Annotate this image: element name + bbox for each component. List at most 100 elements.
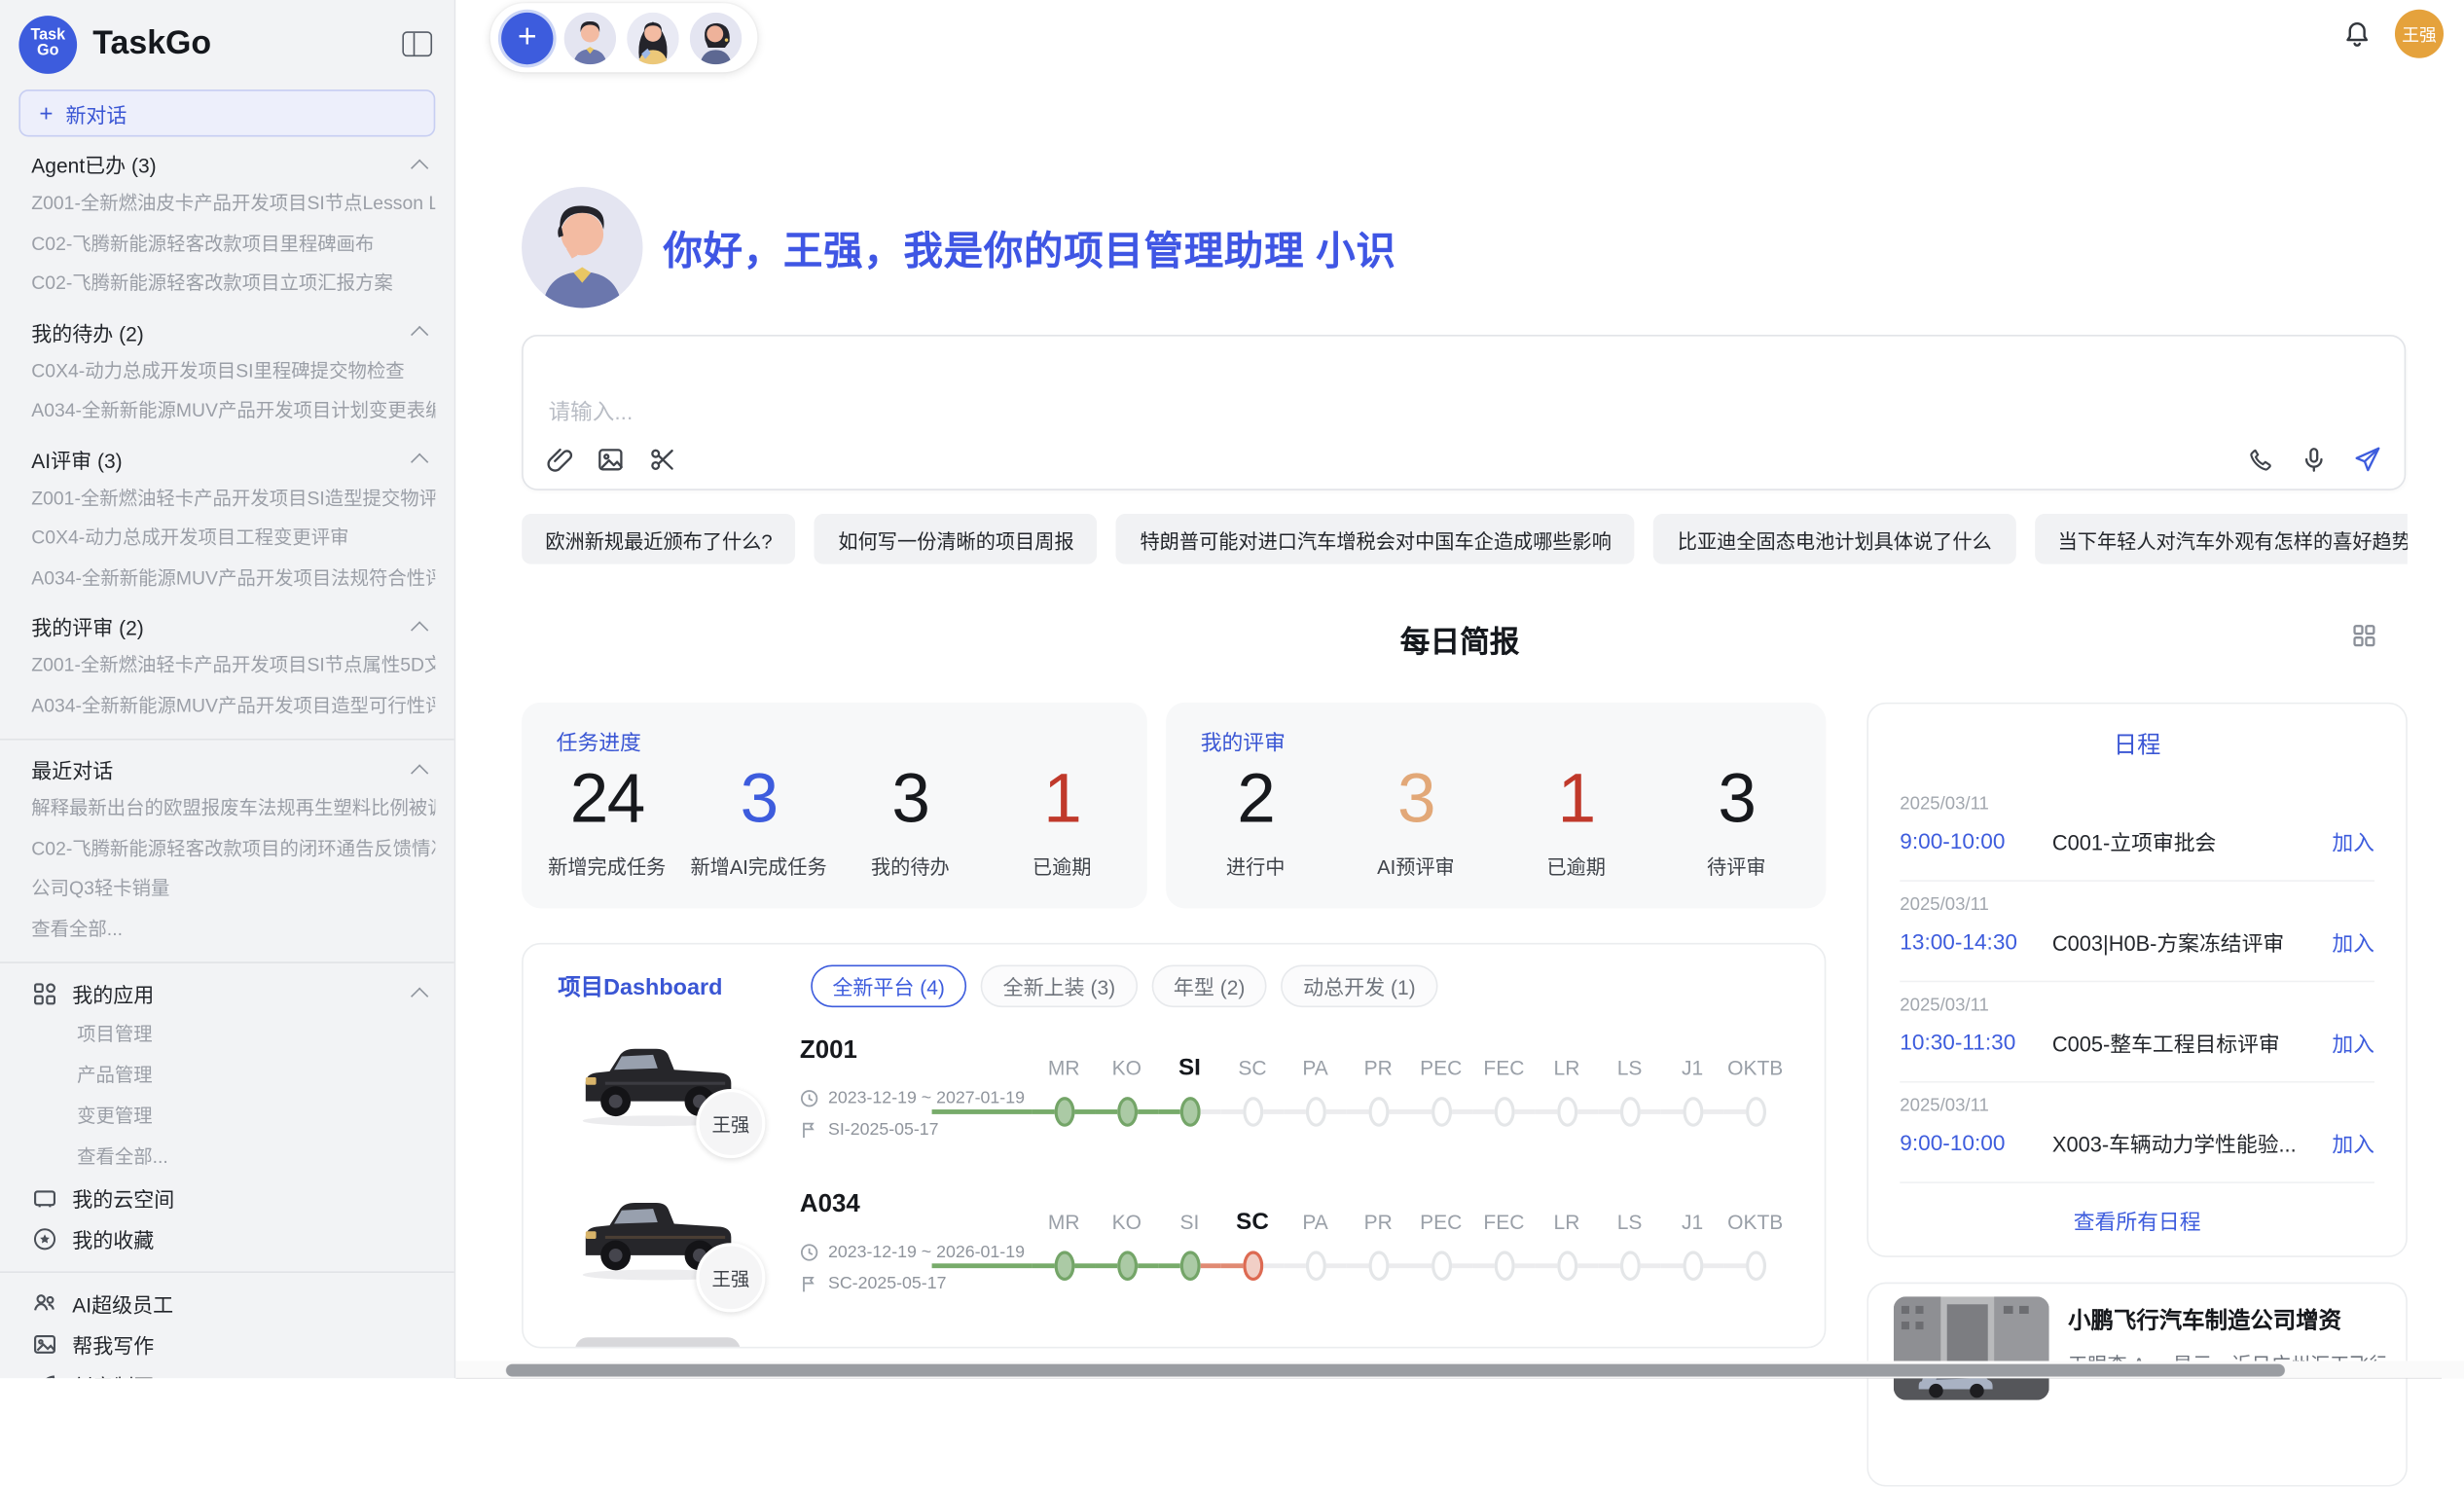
assistant-avatar-large bbox=[522, 187, 642, 308]
join-button[interactable]: 加入 bbox=[2332, 1127, 2374, 1158]
microphone-icon[interactable] bbox=[2299, 445, 2329, 475]
layout-grid-icon[interactable] bbox=[2351, 622, 2377, 648]
chat-input[interactable]: 请输入... bbox=[522, 335, 2406, 490]
section-header[interactable]: Agent已办 (3) bbox=[31, 145, 435, 184]
section-header[interactable]: 我的待办 (2) bbox=[31, 312, 435, 351]
attachment-icon[interactable] bbox=[544, 445, 574, 475]
sidebar-item[interactable]: A034-全新新能源MUV产品开发项目法规符合性评审 bbox=[31, 559, 435, 598]
suggestion-chip[interactable]: 比亚迪全固态电池计划具体说了什么 bbox=[1654, 514, 2015, 564]
sidebar-item[interactable]: C02-飞腾新能源轻客改款项目里程碑画布 bbox=[31, 224, 435, 264]
user-initials: 王强 bbox=[2402, 21, 2437, 47]
app-item-project-mgmt[interactable]: 项目管理 bbox=[0, 1014, 454, 1055]
scrollbar-thumb[interactable] bbox=[506, 1363, 2285, 1376]
chevron-up-icon[interactable] bbox=[411, 988, 428, 1005]
assistant-avatar-2[interactable] bbox=[627, 12, 678, 63]
sidebar-item[interactable]: Z001-全新燃油轻卡产品开发项目SI造型提交物评审 bbox=[31, 479, 435, 519]
sidebar-item-write-helper[interactable]: 帮我写作 bbox=[0, 1324, 454, 1364]
send-icon[interactable] bbox=[2352, 445, 2382, 475]
suggestion-chip[interactable]: 当下年轻人对汽车外观有怎样的喜好趋势 bbox=[2034, 514, 2408, 564]
suggestion-chip[interactable]: 欧洲新规最近颁布了什么? bbox=[522, 514, 796, 564]
suggestion-chip[interactable]: 如何写一份清晰的项目周报 bbox=[815, 514, 1098, 564]
project-date-range: 2023-12-19 ~ 2026-01-19 bbox=[800, 1243, 1025, 1261]
phone-icon[interactable] bbox=[2246, 445, 2276, 475]
milestone-label: FEC bbox=[1472, 1209, 1536, 1237]
milestone-dot bbox=[1431, 1096, 1451, 1126]
schedule-name: X003-车辆动力学性能验... bbox=[2052, 1127, 2332, 1158]
milestone-dot bbox=[1116, 1251, 1137, 1281]
stat-value: 2 bbox=[1176, 759, 1336, 841]
schedule-item: 2025/03/11 9:00-10:00 C001-立项审批会 加入 bbox=[1900, 795, 2374, 856]
app-item-product-mgmt[interactable]: 产品管理 bbox=[0, 1055, 454, 1096]
image-icon[interactable] bbox=[596, 445, 626, 475]
sidebar-item-ai-staff[interactable]: AI超级员工 bbox=[0, 1283, 454, 1324]
join-button[interactable]: 加入 bbox=[2332, 1026, 2374, 1057]
news-thumbnail bbox=[1894, 1296, 2049, 1400]
join-button[interactable]: 加入 bbox=[2332, 825, 2374, 856]
section-header[interactable]: 我的评审 (2) bbox=[31, 606, 435, 645]
avatar-illustration bbox=[564, 12, 616, 63]
recent-chat-item[interactable]: 公司Q3轻卡销量 bbox=[31, 869, 435, 909]
sidebar-item[interactable]: A034-全新新能源MUV产品开发项目造型可行性评审 bbox=[31, 686, 435, 726]
scissors-icon[interactable] bbox=[647, 445, 677, 475]
view-all-link[interactable]: 查看全部... bbox=[0, 1137, 454, 1178]
section-title: 我的待办 (2) bbox=[31, 316, 413, 346]
milestone-label: FEC bbox=[1472, 1055, 1536, 1083]
milestone-label: LR bbox=[1536, 1209, 1599, 1237]
sidebar-item[interactable]: C0X4-动力总成开发项目工程变更评审 bbox=[31, 519, 435, 559]
favorites-label: 我的收藏 bbox=[72, 1223, 154, 1253]
view-all-schedule-link[interactable]: 查看所有日程 bbox=[1868, 1204, 2406, 1235]
sidebar-item-favorites[interactable]: 我的收藏 bbox=[0, 1217, 454, 1258]
new-chat-button[interactable]: + 新对话 bbox=[18, 90, 435, 136]
sidebar-item-creative-draw[interactable]: 创意制图 bbox=[0, 1364, 454, 1379]
sidebar-item-cloud-space[interactable]: 我的云空间 bbox=[0, 1177, 454, 1217]
dashboard-header: 项目Dashboard 全新平台 (4) 全新上装 (3) 年型 (2) 动总开… bbox=[524, 944, 1825, 1007]
assistant-avatar-1[interactable] bbox=[564, 12, 616, 63]
milestone-dot bbox=[1745, 1096, 1765, 1126]
my-review-card: 我的评审 2 进行中 3 AI预评审 1 已逾期 3 待评审 bbox=[1166, 703, 1826, 909]
avatar-illustration bbox=[690, 12, 742, 63]
star-badge-icon bbox=[31, 1225, 57, 1251]
sidebar-item[interactable]: Z001-全新燃油轻卡产品开发项目SI节点属性5D文件评审 bbox=[31, 646, 435, 686]
milestone-dot bbox=[1745, 1251, 1765, 1281]
milestone-dot bbox=[1054, 1096, 1074, 1126]
divider bbox=[1900, 981, 2374, 983]
join-button[interactable]: 加入 bbox=[2332, 925, 2374, 957]
assistant-avatar-3[interactable] bbox=[690, 12, 742, 63]
sidebar-collapse-icon[interactable] bbox=[402, 31, 432, 56]
section-header[interactable]: 最近对话 bbox=[31, 749, 435, 788]
tab-new-body[interactable]: 全新上装 (3) bbox=[981, 964, 1138, 1007]
suggestion-chip[interactable]: 特朗普可能对进口汽车增税会对中国车企造成哪些影响 bbox=[1116, 514, 1635, 564]
project-row[interactable]: 王强 Z001 2023-12-19 ~ 2027-01-19 SI-2025-… bbox=[524, 1017, 1827, 1171]
chevron-up-icon[interactable] bbox=[411, 159, 428, 176]
sidebar-section-ai-review: AI评审 (3) Z001-全新燃油轻卡产品开发项目SI造型提交物评审 C0X4… bbox=[0, 439, 454, 598]
stat-value: 3 bbox=[834, 759, 986, 841]
tab-model-year[interactable]: 年型 (2) bbox=[1151, 964, 1267, 1007]
milestone-label: PR bbox=[1347, 1209, 1410, 1237]
recent-chat-item[interactable]: 解释最新出台的欧盟报废车法规再生塑料比例被调至15%... bbox=[31, 789, 435, 829]
sidebar-item[interactable]: Z001-全新燃油皮卡产品开发项目SI节点Lesson Learn报告 bbox=[31, 184, 435, 224]
news-card[interactable]: 小鹏飞行汽车制造公司增资 天眼查 App 显示，近日广州汇天飞行汽... bbox=[1866, 1283, 2407, 1487]
milestone-label: KO bbox=[1096, 1209, 1159, 1237]
app-item-change-mgmt[interactable]: 变更管理 bbox=[0, 1096, 454, 1137]
chevron-up-icon[interactable] bbox=[411, 326, 428, 344]
tab-new-platform[interactable]: 全新平台 (4) bbox=[811, 964, 967, 1007]
chevron-up-icon[interactable] bbox=[411, 764, 428, 781]
chevron-up-icon[interactable] bbox=[411, 621, 428, 638]
sidebar-item[interactable]: C0X4-动力总成开发项目SI里程碑提交物检查 bbox=[31, 351, 435, 391]
chevron-up-icon[interactable] bbox=[411, 453, 428, 471]
notification-bell-icon[interactable] bbox=[2341, 18, 2373, 50]
view-all-link[interactable]: 查看全部... bbox=[31, 909, 435, 949]
section-title: 我的评审 (2) bbox=[31, 611, 413, 641]
sidebar-item[interactable]: A034-全新新能源MUV产品开发项目计划变更表编写 bbox=[31, 391, 435, 431]
add-assistant-button[interactable]: + bbox=[501, 12, 553, 63]
recent-chat-item[interactable]: C02-飞腾新能源轻客改款项目的闭环通告反馈情况 bbox=[31, 829, 435, 869]
user-avatar[interactable]: 王强 bbox=[2395, 10, 2444, 58]
project-row-partial bbox=[575, 1337, 741, 1348]
sidebar-item[interactable]: C02-飞腾新能源轻客改款项目立项汇报方案 bbox=[31, 264, 435, 304]
schedule-item: 2025/03/11 13:00-14:30 C003|H0B-方案冻结评审 加… bbox=[1900, 895, 2374, 957]
my-apps-header[interactable]: 我的应用 bbox=[0, 973, 454, 1014]
project-row[interactable]: 王强 A034 2023-12-19 ~ 2026-01-19 SC-2025-… bbox=[524, 1171, 1827, 1324]
section-header[interactable]: AI评审 (3) bbox=[31, 439, 435, 478]
stat-label: 新增完成任务 bbox=[531, 851, 683, 881]
tab-powertrain[interactable]: 动总开发 (1) bbox=[1282, 964, 1438, 1007]
